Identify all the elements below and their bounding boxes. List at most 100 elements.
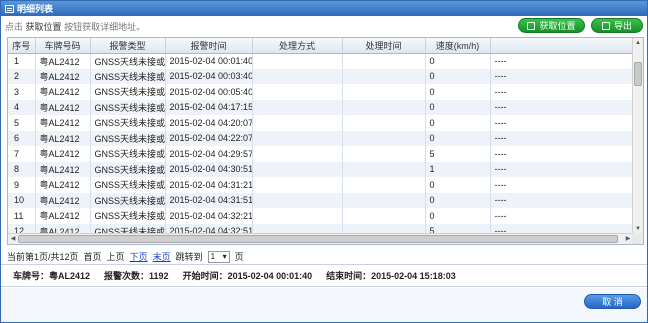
table-row[interactable]: 3粤AL2412GNSS天线未接或被2015-02-04 00:05:40 0--… [8, 84, 634, 100]
table-cell: 0 [425, 68, 491, 84]
export-button[interactable]: 导出 [591, 18, 643, 33]
scroll-left-icon[interactable]: ◀ [8, 234, 18, 244]
last-page-link[interactable]: 末页 [153, 250, 171, 263]
table-row[interactable]: 6粤AL2412GNSS天线未接或被2015-02-04 04:22:07 0--… [8, 130, 634, 146]
hint-suffix: 按钮获取详细地址。 [64, 22, 146, 32]
vertical-scrollbar[interactable]: ▲ ▼ [632, 38, 643, 234]
table-cell: 2015-02-04 04:31:21 [165, 177, 253, 193]
next-page-link[interactable]: 下页 [130, 250, 148, 263]
table-cell [252, 115, 343, 131]
page-select[interactable]: 1 ▾ [207, 250, 230, 263]
hint-text: 点击 获取位置 按钮获取详细地址。 [5, 20, 145, 33]
table-cell [342, 84, 426, 100]
table-cell: ---- [490, 130, 634, 146]
page-suffix: 页 [234, 252, 244, 262]
table-cell [252, 84, 343, 100]
table-cell: ---- [490, 99, 634, 115]
table-cell: 7 [8, 146, 36, 162]
table-cell: 10 [8, 192, 36, 208]
table-cell: 0 [425, 208, 491, 224]
table-cell [252, 53, 343, 69]
table-cell: 0 [425, 53, 491, 69]
table-cell: 0 [425, 99, 491, 115]
horizontal-scroll-thumb[interactable] [18, 235, 618, 243]
table-cell [252, 161, 343, 177]
page-select-value: 1 [210, 252, 216, 261]
table-cell [342, 53, 426, 69]
table-cell: GNSS天线未接或被 [90, 68, 166, 84]
first-page-label: 首页 [83, 252, 102, 262]
column-header[interactable]: 处理方式 [252, 38, 343, 54]
table-cell: 粤AL2412 [35, 84, 91, 100]
table-row[interactable]: 8粤AL2412GNSS天线未接或被2015-02-04 04:30:51 1--… [8, 161, 634, 177]
table-cell: GNSS天线未接或被 [90, 115, 166, 131]
table-cell: ---- [490, 53, 634, 69]
table-cell: ---- [490, 84, 634, 100]
table-cell: 2015-02-04 00:03:40 [165, 68, 253, 84]
table-row[interactable]: 4粤AL2412GNSS天线未接或被2015-02-04 04:17:15 0--… [8, 99, 634, 115]
table-cell [342, 99, 426, 115]
column-header[interactable]: 车牌号码 [35, 38, 91, 54]
dialog-footer: 取 消 [1, 288, 647, 322]
table-row[interactable]: 2粤AL2412GNSS天线未接或被2015-02-04 00:03:40 0--… [8, 68, 634, 84]
column-header[interactable]: 报警时间 [165, 38, 253, 54]
window-title: 明细列表 [17, 4, 54, 14]
table-cell: GNSS天线未接或被 [90, 146, 166, 162]
table-row[interactable]: 5粤AL2412GNSS天线未接或被2015-02-04 04:20:07 0--… [8, 115, 634, 131]
column-header[interactable]: 速度(km/h) [425, 38, 491, 54]
table-cell: 5 [425, 146, 491, 162]
column-header[interactable] [490, 38, 634, 54]
table-cell: 1 [425, 161, 491, 177]
table-cell: 粤AL2412 [35, 115, 91, 131]
cancel-button[interactable]: 取 消 [584, 294, 641, 309]
table-cell: 0 [425, 177, 491, 193]
table-cell: ---- [490, 115, 634, 131]
table-cell [342, 146, 426, 162]
title-bar: 明细列表 [1, 1, 647, 16]
table-cell [342, 177, 426, 193]
table-cell: 2015-02-04 00:01:40 [165, 53, 253, 69]
table-cell: 11 [8, 208, 36, 224]
column-header[interactable]: 报警类型 [90, 38, 166, 54]
table-cell [342, 130, 426, 146]
table-cell: ---- [490, 208, 634, 224]
table-cell: ---- [490, 177, 634, 193]
chevron-down-icon: ▾ [222, 252, 227, 261]
table-cell: 2015-02-04 04:31:51 [165, 192, 253, 208]
table-cell: GNSS天线未接或被 [90, 192, 166, 208]
table-row[interactable]: 11粤AL2412GNSS天线未接或被2015-02-04 04:32:21 0-… [8, 208, 634, 224]
table-cell: 2015-02-04 00:05:40 [165, 84, 253, 100]
jump-to-label: 跳转到 [175, 252, 203, 262]
table-row[interactable]: 10粤AL2412GNSS天线未接或被2015-02-04 04:31:51 0-… [8, 192, 634, 208]
summary-count: 报警次数：1192 [104, 271, 169, 281]
table-cell [342, 115, 426, 131]
vertical-scroll-thumb[interactable] [634, 62, 642, 86]
location-icon [527, 21, 536, 30]
horizontal-scrollbar[interactable]: ◀ ▶ [8, 233, 633, 244]
table-cell: 粤AL2412 [35, 192, 91, 208]
table-cell: 粤AL2412 [35, 68, 91, 84]
column-header[interactable]: 序号 [8, 38, 36, 54]
table-cell [252, 146, 343, 162]
get-location-label: 获取位置 [539, 21, 576, 31]
scroll-up-icon[interactable]: ▲ [633, 38, 643, 48]
table-cell [342, 208, 426, 224]
table-cell: 1 [8, 53, 36, 69]
table-cell: 粤AL2412 [35, 146, 91, 162]
table-cell: GNSS天线未接或被 [90, 130, 166, 146]
table-row[interactable]: 9粤AL2412GNSS天线未接或被2015-02-04 04:31:21 0--… [8, 177, 634, 193]
table-cell: GNSS天线未接或被 [90, 177, 166, 193]
table-row[interactable]: 1粤AL2412GNSS天线未接或被2015-02-04 00:01:40 0--… [8, 53, 634, 69]
summary-end-time: 结束时间：2015-02-04 15:18:03 [326, 271, 456, 281]
table-cell: 2015-02-04 04:29:57 [165, 146, 253, 162]
table-row[interactable]: 7粤AL2412GNSS天线未接或被2015-02-04 04:29:57 5--… [8, 146, 634, 162]
alarm-table: 序号 车牌号码 报警类型 报警时间 处理方式 处理时间 速度(km/h) 1 粤AL2412 G… [7, 37, 644, 245]
table-cell: 粤AL2412 [35, 130, 91, 146]
table-cell: 2015-02-04 04:17:15 [165, 99, 253, 115]
table-cell: 2015-02-04 04:32:21 [165, 208, 253, 224]
export-icon [601, 21, 610, 30]
get-location-button[interactable]: 获取位置 [518, 18, 585, 33]
column-header[interactable]: 处理时间 [342, 38, 426, 54]
table-cell [252, 208, 343, 224]
table-cell: 粤AL2412 [35, 53, 91, 69]
